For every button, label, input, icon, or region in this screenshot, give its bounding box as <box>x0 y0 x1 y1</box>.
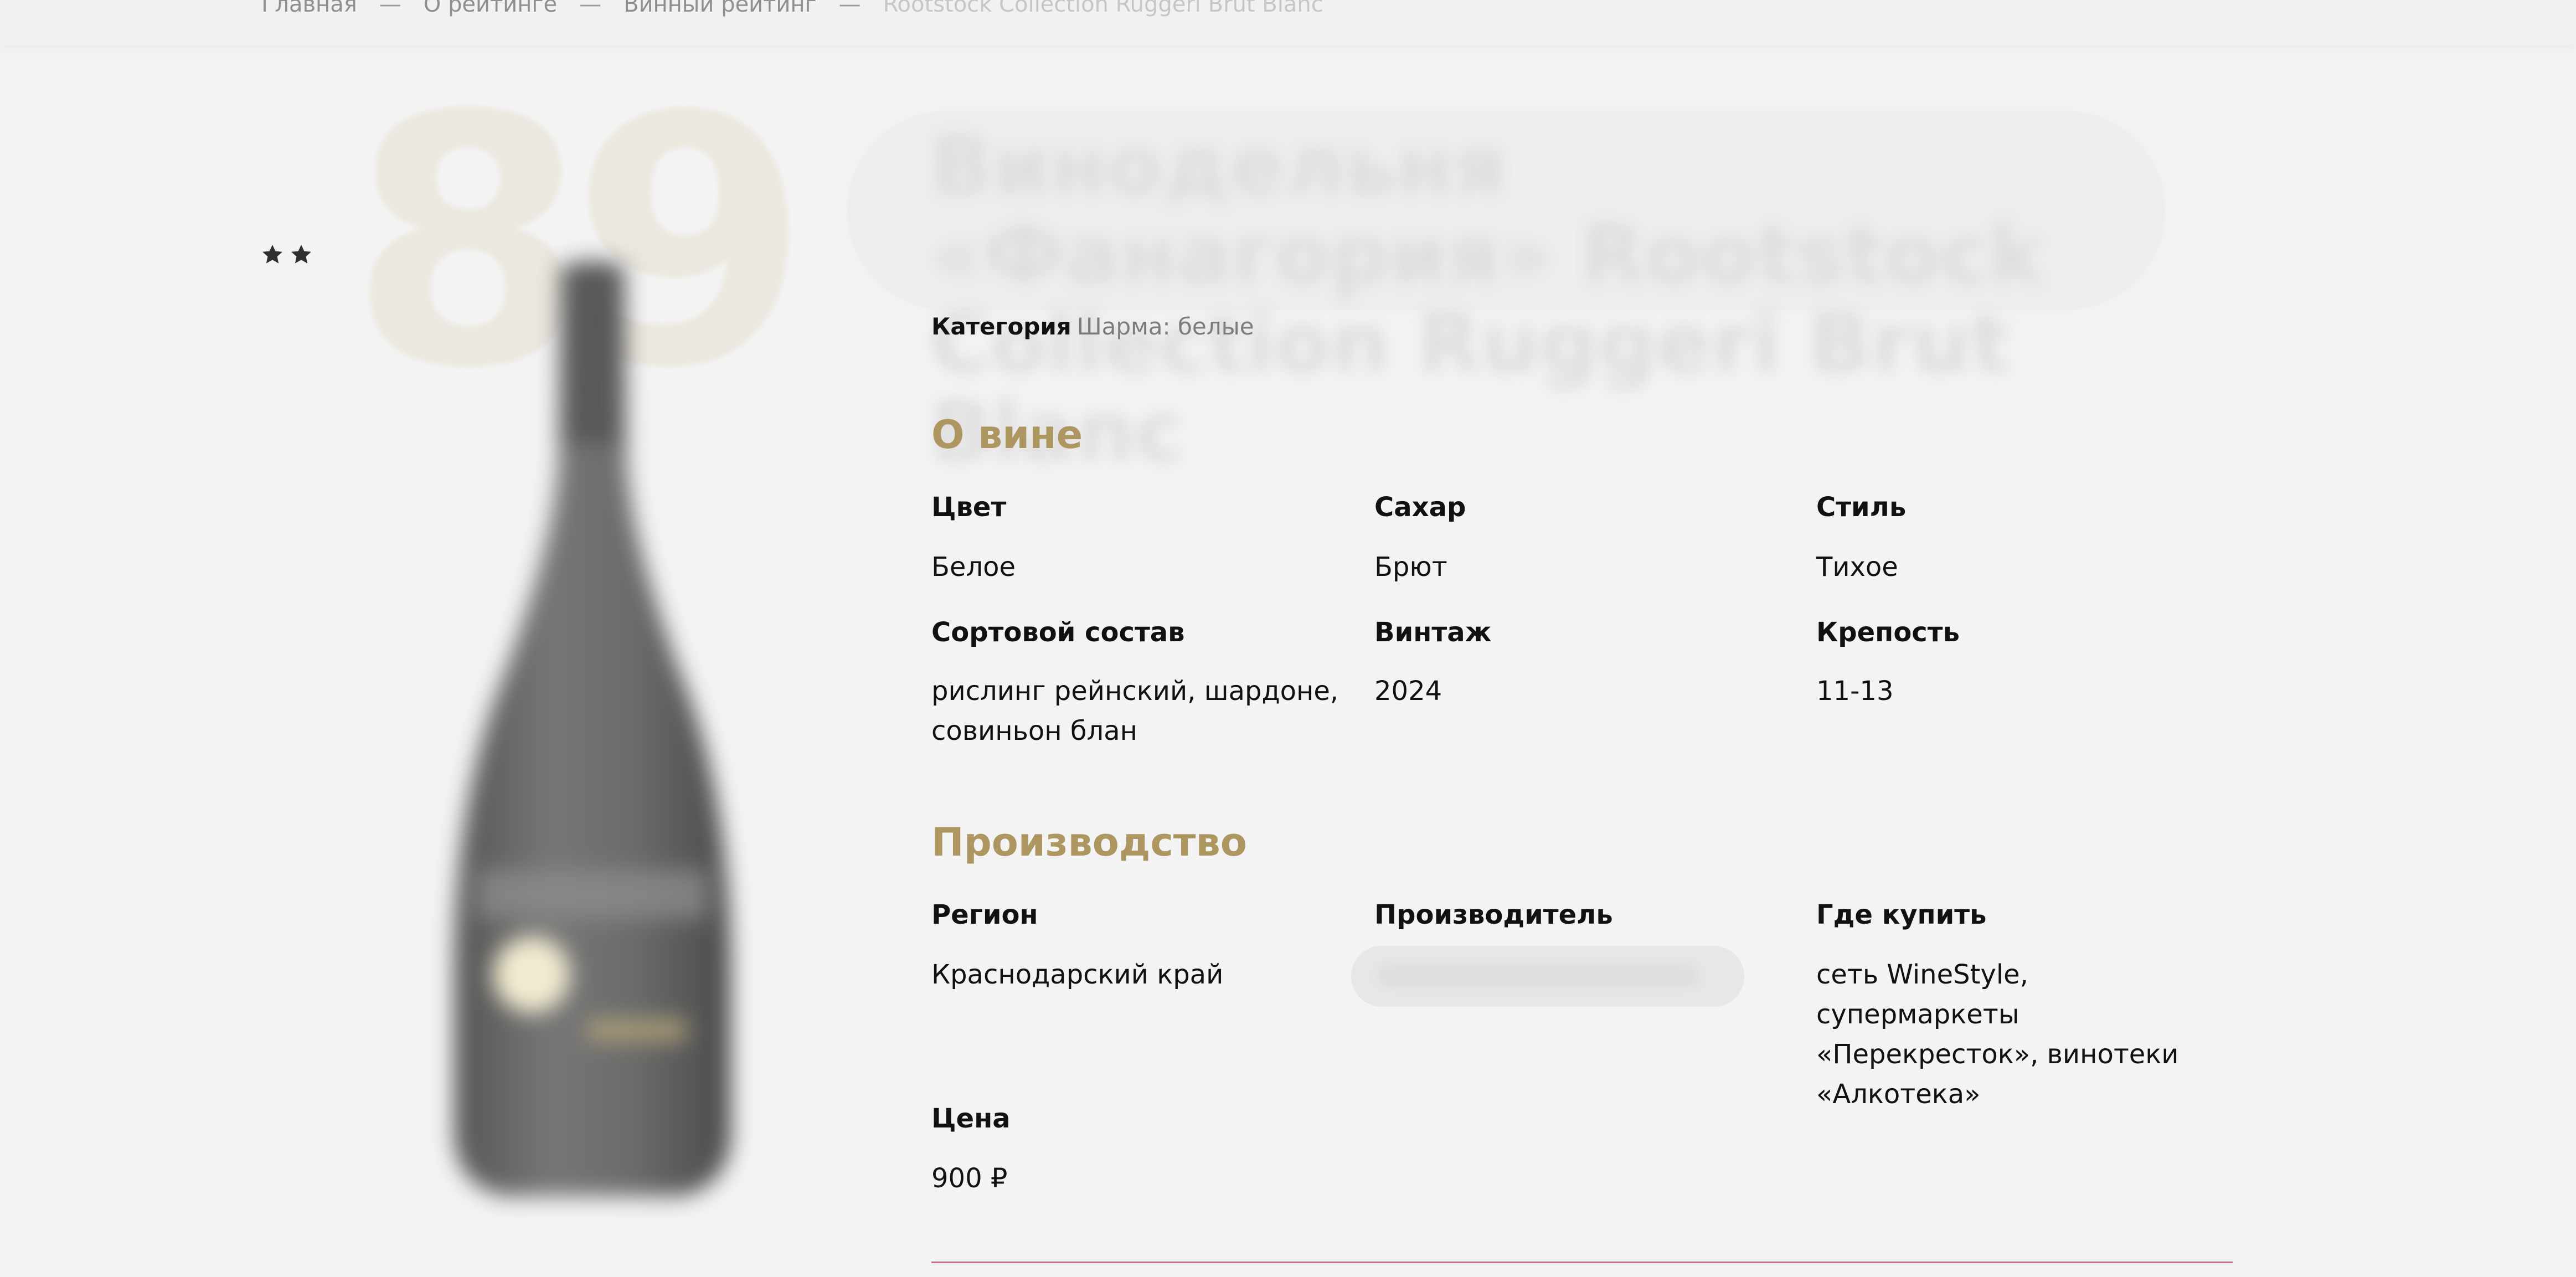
strength-value: 11-13 <box>1816 676 1894 707</box>
product-title: Винодельня «Фанагория» Rootstock Collect… <box>930 119 2043 480</box>
price-value: 900 ₽ <box>931 1163 1008 1194</box>
vintage-label: Винтаж <box>1374 617 1492 648</box>
product-category: Категория Шарма: белые <box>931 310 1254 343</box>
style-value: Тихое <box>1816 552 1898 583</box>
breadcrumb: Главная — О рейтинге — Винный рейтинг — … <box>261 0 1323 21</box>
strength-label: Крепость <box>1816 617 1960 648</box>
breadcrumb-separator: — <box>379 0 401 17</box>
grapes-value: рислинг рейнский, шардоне, совиньон блан <box>931 676 1339 746</box>
breadcrumb-separator: — <box>838 0 861 17</box>
buy-value: сеть WineStyle, супермаркеты «Перекресто… <box>1816 959 2179 1110</box>
content-divider <box>931 1261 2233 1263</box>
price-label: Цена <box>931 1103 1011 1134</box>
buy-label: Где купить <box>1816 899 1987 930</box>
star-icon <box>262 245 282 264</box>
breadcrumb-separator: — <box>579 0 602 17</box>
color-value: Белое <box>931 552 1016 583</box>
section-production-title: Производство <box>931 820 1247 865</box>
sugar-label: Сахар <box>1374 492 1466 523</box>
breadcrumb-home[interactable]: Главная <box>261 0 357 21</box>
style-label: Стиль <box>1816 492 1907 523</box>
grapes-label: Сортовой состав <box>931 617 1185 648</box>
star-icon <box>291 245 311 264</box>
category-label: Категория <box>931 313 1071 340</box>
breadcrumb-current: Rootstock Collection Ruggeri Brut Blanc <box>883 0 1323 17</box>
category-value: Шарма: белые <box>1076 313 1254 340</box>
breadcrumb-about-rating[interactable]: О рейтинге <box>424 0 557 21</box>
region-value: Краснодарский край <box>931 959 1224 990</box>
breadcrumb-wine-rating[interactable]: Винный рейтинг <box>624 0 817 21</box>
rating-stars <box>260 243 313 267</box>
sugar-value: Брют <box>1374 552 1447 583</box>
product-title-blurred: Винодельня «Фанагория» Rootstock Collect… <box>847 111 2165 476</box>
region-label: Регион <box>931 899 1038 930</box>
section-about-title: О вине <box>931 412 1083 457</box>
vintage-value: 2024 <box>1374 676 1442 707</box>
producer-value-blurred <box>1351 946 1744 1007</box>
wine-bottle-image <box>454 260 731 1196</box>
color-label: Цвет <box>931 492 1007 523</box>
producer-value-mask <box>1378 965 1699 987</box>
producer-label: Производитель <box>1374 899 1613 930</box>
